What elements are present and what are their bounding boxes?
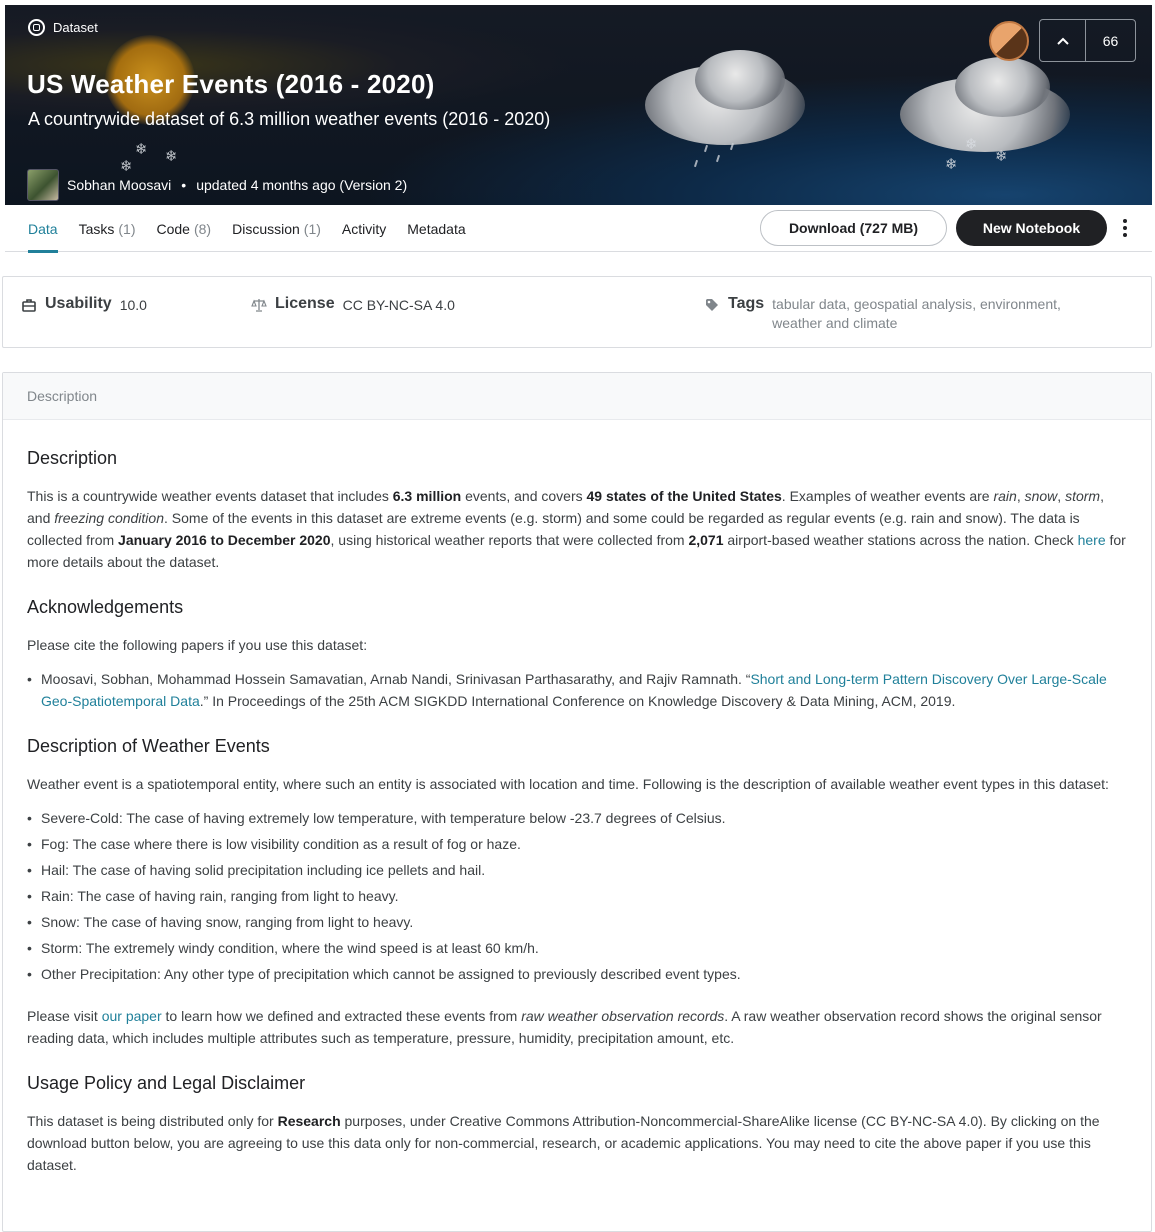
dataset-tab-bar: Data Tasks (1) Code (8) Discussion (1) Acti… bbox=[5, 205, 1152, 253]
dataset-header-banner: ❄ ❄ ❄ ❄ ❄ ❄ Dataset US Weather Events (2… bbox=[5, 5, 1152, 205]
author-avatar[interactable] bbox=[27, 169, 59, 201]
usability-item: Usability 10.0 bbox=[21, 295, 147, 313]
upvote-button[interactable] bbox=[1040, 20, 1086, 61]
list-item: Other Precipitation: Any other type of p… bbox=[27, 963, 1127, 985]
tag-link[interactable]: environment bbox=[980, 296, 1057, 312]
updated-text[interactable]: updated 4 months ago (Version 2) bbox=[196, 177, 407, 193]
citation-intro: Please cite the following papers if you … bbox=[27, 637, 368, 653]
license-value[interactable]: CC BY-NC-SA 4.0 bbox=[343, 297, 455, 313]
tab-label: Tasks bbox=[78, 220, 115, 237]
tab-metadata[interactable]: Metadata bbox=[407, 205, 465, 252]
tag-link[interactable]: geospatial analysis bbox=[854, 296, 972, 312]
snowflake-icon: ❄ bbox=[995, 147, 1008, 165]
section-heading: Acknowledgements bbox=[27, 597, 184, 617]
events-intro: Weather event is a spatiotemporal entity… bbox=[27, 776, 1109, 792]
list-item: Snow: The case of having snow, ranging f… bbox=[27, 911, 1127, 933]
description-body: Description This is a countrywide weathe… bbox=[3, 420, 1151, 1176]
tab-data[interactable]: Data bbox=[28, 205, 58, 253]
tag-link[interactable]: tabular data bbox=[772, 296, 846, 312]
license-label: License bbox=[275, 295, 335, 312]
dataset-type-label: Dataset bbox=[28, 19, 98, 36]
description-paragraph: This is a countrywide weather events dat… bbox=[27, 488, 1126, 570]
description-card: Description Description This is a countr… bbox=[2, 372, 1152, 1232]
description-card-header: Description bbox=[3, 373, 1151, 420]
tab-tasks[interactable]: Tasks (1) bbox=[79, 205, 136, 252]
usage-policy-paragraph: This dataset is being distributed only f… bbox=[27, 1113, 1100, 1173]
dataset-meta-card: Usability 10.0 License CC BY-NC-SA 4.0 T… bbox=[2, 276, 1152, 348]
tab-label: Code bbox=[156, 220, 190, 237]
tab-discussion[interactable]: Discussion (1) bbox=[232, 205, 321, 252]
tab-label: Activity bbox=[341, 220, 387, 237]
list-item: Storm: The extremely windy condition, wh… bbox=[27, 937, 1127, 959]
more-options-icon[interactable] bbox=[1115, 217, 1135, 239]
tab-label: Data bbox=[28, 220, 58, 237]
citation-item: Moosavi, Sobhan, Mohammad Hossein Samava… bbox=[27, 668, 1127, 712]
list-item: Hail: The case of having solid precipita… bbox=[27, 859, 1127, 881]
events-outro: Please visit our paper to learn how we d… bbox=[27, 1008, 1102, 1046]
tab-code[interactable]: Code (8) bbox=[157, 205, 212, 252]
license-item: License CC BY-NC-SA 4.0 bbox=[251, 295, 455, 313]
tab-list: Data Tasks (1) Code (8) Discussion (1) Acti… bbox=[28, 205, 487, 253]
tags-label: Tags bbox=[728, 295, 765, 312]
snowflake-icon: ❄ bbox=[965, 135, 978, 153]
snowflake-icon: ❄ bbox=[165, 147, 178, 165]
tags-item: Tags tabular data, geospatial analysis, … bbox=[704, 295, 1102, 333]
new-notebook-button[interactable]: New Notebook bbox=[956, 210, 1107, 246]
section-heading: Usage Policy and Legal Disclaimer bbox=[27, 1073, 306, 1093]
upvote-widget: 66 bbox=[1039, 19, 1136, 62]
dataset-title: US Weather Events (2016 - 2020) bbox=[27, 69, 435, 99]
tab-count: (1) bbox=[118, 220, 136, 237]
dataset-icon bbox=[28, 19, 45, 36]
raindrop-icon bbox=[693, 159, 699, 168]
scale-icon bbox=[251, 299, 267, 312]
usability-value[interactable]: 10.0 bbox=[120, 297, 147, 313]
tag-link[interactable]: weather and climate bbox=[772, 315, 897, 331]
cloud-graphic bbox=[695, 50, 785, 110]
usability-label: Usability bbox=[45, 295, 112, 312]
author-info: Sobhan Moosavi • updated 4 months ago (V… bbox=[27, 169, 407, 201]
tab-count: (8) bbox=[193, 220, 212, 237]
event-types-list: Severe-Cold: The case of having extremel… bbox=[27, 807, 1127, 985]
our-paper-link[interactable]: our paper bbox=[102, 1008, 162, 1024]
briefcase-icon bbox=[22, 299, 36, 312]
dataset-subtitle: A countrywide dataset of 6.3 million wea… bbox=[28, 109, 551, 129]
list-item: Fog: The case where there is low visibil… bbox=[27, 833, 1127, 855]
citation-list: Moosavi, Sobhan, Mohammad Hossein Samava… bbox=[27, 668, 1127, 712]
tag-icon bbox=[706, 299, 718, 311]
list-item: Rain: The case of having rain, ranging f… bbox=[27, 885, 1127, 907]
dataset-type-text: Dataset bbox=[53, 20, 98, 35]
raindrop-icon bbox=[703, 144, 709, 153]
tab-activity[interactable]: Activity bbox=[342, 205, 386, 252]
user-avatar[interactable] bbox=[989, 20, 1029, 61]
cloud-graphic bbox=[955, 57, 1050, 117]
raindrop-icon bbox=[715, 154, 721, 163]
tags-list: tabular data, geospatial analysis, envir… bbox=[772, 296, 1061, 331]
section-heading: Description bbox=[27, 448, 118, 468]
hero-actions: 66 bbox=[989, 19, 1136, 62]
snowflake-icon: ❄ bbox=[135, 140, 148, 158]
download-button[interactable]: Download (727 MB) bbox=[760, 210, 947, 246]
tab-count: (1) bbox=[303, 220, 321, 237]
here-link[interactable]: here bbox=[1078, 532, 1106, 548]
author-name[interactable]: Sobhan Moosavi bbox=[67, 177, 171, 193]
list-item: Severe-Cold: The case of having extremel… bbox=[27, 807, 1127, 829]
raindrop-icon bbox=[729, 142, 735, 151]
vote-count: 66 bbox=[1102, 32, 1119, 49]
snowflake-icon: ❄ bbox=[945, 155, 958, 173]
tab-label: Metadata bbox=[407, 220, 466, 237]
tab-label: Discussion bbox=[232, 220, 300, 237]
section-heading: Description of Weather Events bbox=[27, 736, 270, 756]
separator-dot: • bbox=[181, 177, 187, 193]
chevron-up-icon bbox=[1056, 37, 1069, 45]
